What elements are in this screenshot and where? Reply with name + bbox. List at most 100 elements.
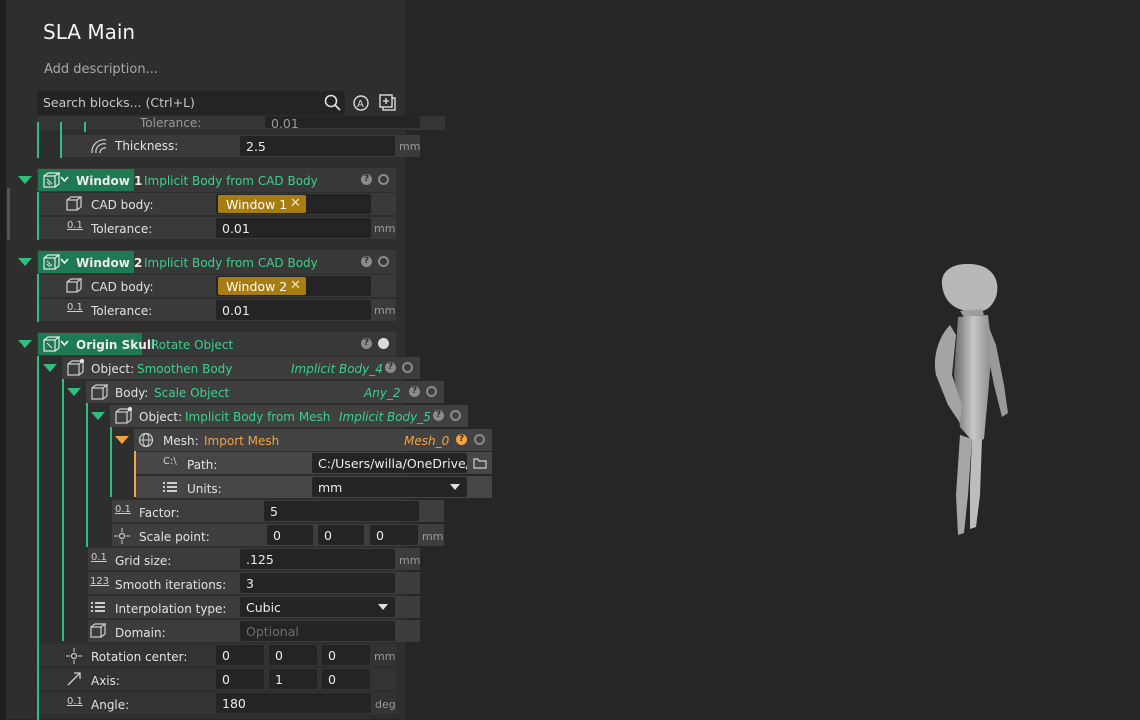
scale-point-x[interactable]: 0 <box>267 525 313 545</box>
domain-input[interactable]: Optional <box>240 621 395 641</box>
body-label: Body: <box>115 386 149 400</box>
status-ring-icon[interactable] <box>402 362 413 373</box>
status-ring-icon[interactable] <box>378 256 389 267</box>
window2-name[interactable]: Window 2 <box>76 256 142 270</box>
window1-tol-input[interactable]: 0.01 <box>216 218 371 238</box>
window2-collapse-toggle[interactable] <box>18 258 32 266</box>
help-icon[interactable]: ? <box>456 434 467 445</box>
window1-tol-label: Tolerance: <box>91 222 153 236</box>
mesh-collapse-toggle[interactable] <box>115 436 129 444</box>
list-icon <box>91 602 105 612</box>
caret-down-icon[interactable] <box>450 484 460 490</box>
interp-label: Interpolation type: <box>115 602 227 616</box>
window2-cad-label: CAD body: <box>91 280 154 294</box>
origin-skull-name[interactable]: Origin Skull <box>76 338 155 352</box>
chevron-down-icon[interactable] <box>60 340 69 347</box>
help-icon[interactable]: ? <box>361 338 372 349</box>
window2-tol-input[interactable]: 0.01 <box>216 300 371 320</box>
body-collapse-toggle[interactable] <box>67 388 81 396</box>
help-icon[interactable]: ? <box>361 256 372 267</box>
decimal-icon: 0.1 <box>67 302 83 313</box>
thickness-label: Thickness: <box>115 139 179 153</box>
status-ring-icon[interactable] <box>450 410 461 421</box>
inner-object-type: Implicit Body from Mesh <box>185 410 331 424</box>
rotate-object-icon <box>43 336 60 352</box>
search-input[interactable]: Search blocks... (Ctrl+L) <box>37 91 345 115</box>
window2-tol-label: Tolerance: <box>91 304 153 318</box>
axis-arrow-icon <box>67 672 81 686</box>
scale-point-y[interactable]: 0 <box>318 525 364 545</box>
window2-tol-unit: mm <box>374 304 396 317</box>
thickness-input[interactable]: 2.5 <box>240 136 395 156</box>
description-field[interactable]: Add description... <box>44 62 158 77</box>
chevron-down-icon[interactable] <box>60 258 69 265</box>
smooth-input[interactable]: 3 <box>240 573 395 593</box>
rot-center-unit: mm <box>374 650 396 663</box>
inner-object-collapse-toggle[interactable] <box>91 412 105 420</box>
axis-x[interactable]: 0 <box>216 669 264 689</box>
units-select[interactable]: mm <box>312 477 467 497</box>
rot-center-label: Rotation center: <box>91 650 188 664</box>
search-placeholder: Search blocks... (Ctrl+L) <box>43 95 195 110</box>
factor-input[interactable]: 5 <box>264 501 419 521</box>
inner-object-label: Object: <box>139 410 183 424</box>
auto-layout-icon[interactable]: A <box>352 94 370 112</box>
scale-point-z[interactable]: 0 <box>370 525 418 545</box>
panel-scrollbar[interactable] <box>7 188 10 240</box>
thickness-icon <box>91 139 107 154</box>
window1-cad-label: CAD body: <box>91 198 154 212</box>
angle-input[interactable]: 180 <box>216 693 371 713</box>
window1-collapse-toggle[interactable] <box>18 176 32 184</box>
object-bar <box>62 379 64 641</box>
point-icon <box>66 648 82 664</box>
smoothen-body-icon <box>67 359 84 376</box>
add-block-icon[interactable] <box>379 94 397 112</box>
status-ring-icon[interactable] <box>426 386 437 397</box>
close-icon[interactable]: ✕ <box>290 196 301 211</box>
object-collapse-toggle[interactable] <box>43 364 57 372</box>
panel-edge <box>0 0 6 719</box>
axis-y[interactable]: 1 <box>269 669 317 689</box>
rot-center-x[interactable]: 0 <box>216 645 264 665</box>
domain-label: Domain: <box>115 626 166 640</box>
window1-tol-unit: mm <box>374 222 396 235</box>
caret-down-icon[interactable] <box>378 604 388 610</box>
decimal-icon: 0.1 <box>67 696 83 707</box>
object-type: Smoothen Body <box>137 362 233 376</box>
decimal-icon: 0.1 <box>67 220 83 231</box>
help-icon[interactable]: ? <box>361 174 372 185</box>
page-title[interactable]: SLA Main <box>43 20 135 44</box>
inner-object-ref: Implicit Body_5 <box>339 410 431 424</box>
window2-chip-label: Window 2 <box>226 279 288 294</box>
rot-center-y[interactable]: 0 <box>269 645 317 665</box>
grid-label: Grid size: <box>115 554 172 568</box>
implicit-cad-icon <box>43 172 60 188</box>
inner-object-bar <box>110 427 112 497</box>
svg-text:A: A <box>357 99 364 110</box>
path-input[interactable]: C:/Users/willa/OneDrive/I <box>312 453 467 473</box>
scale-point-label: Scale point: <box>139 530 210 544</box>
smooth-label: Smooth iterations: <box>115 578 227 592</box>
help-icon[interactable]: ? <box>409 386 420 397</box>
rot-center-z[interactable]: 0 <box>322 645 370 665</box>
window1-name[interactable]: Window 1 <box>76 174 142 188</box>
mesh-ref: Mesh_0 <box>404 434 450 448</box>
factor-label: Factor: <box>139 506 180 520</box>
folder-icon[interactable] <box>473 457 487 469</box>
skeleton-model-render[interactable] <box>900 255 1030 550</box>
interp-select[interactable]: Cubic <box>240 597 395 617</box>
help-icon[interactable]: ? <box>433 410 444 421</box>
status-dot-icon[interactable] <box>378 338 389 349</box>
chevron-down-icon[interactable] <box>60 176 69 183</box>
origin-skull-collapse-toggle[interactable] <box>18 340 32 348</box>
close-icon[interactable]: ✕ <box>290 278 301 293</box>
partial-tolerance-input[interactable]: 0.01 <box>265 116 420 128</box>
axis-z[interactable]: 0 <box>322 669 370 689</box>
status-ring-icon[interactable] <box>378 174 389 185</box>
status-ring-icon[interactable] <box>474 434 485 445</box>
help-icon[interactable]: ? <box>385 362 396 373</box>
search-icon[interactable] <box>324 94 342 112</box>
grid-input[interactable]: .125 <box>240 549 395 569</box>
object-label: Object: <box>91 362 135 376</box>
decimal-icon: 0.1 <box>91 552 107 563</box>
